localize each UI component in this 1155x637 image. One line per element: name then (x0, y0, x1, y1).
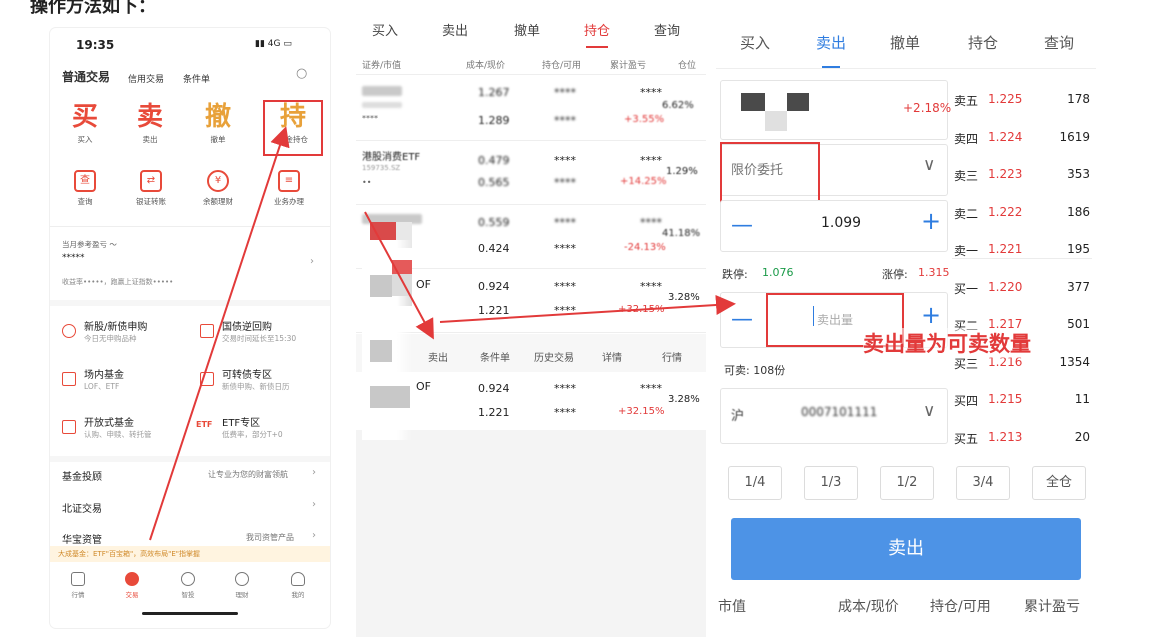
arrow-overlay (149, 126, 736, 541)
arrow-to-position (149, 126, 290, 541)
arrow-to-sell-option (364, 211, 434, 340)
arrow-to-quantity (439, 295, 736, 323)
